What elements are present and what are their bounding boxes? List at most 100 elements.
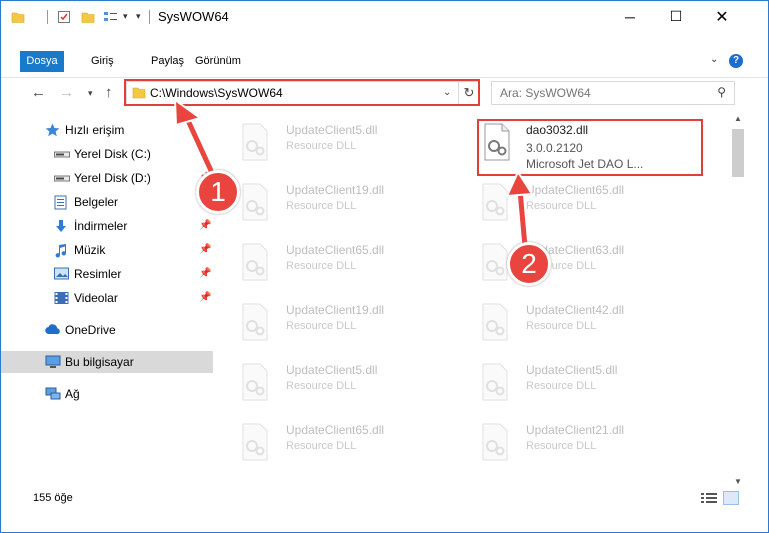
list-item[interactable]: UpdateClient65.dll Resource DLL: [215, 418, 445, 468]
dll-file-icon: [242, 303, 268, 341]
file-name: UpdateClient5.dll: [286, 123, 378, 137]
file-description: Resource DLL: [526, 320, 597, 332]
tab-paylas[interactable]: Paylaş: [145, 51, 190, 72]
properties-check-icon[interactable]: [57, 1, 71, 32]
pin-icon[interactable]: 📌: [199, 220, 211, 231]
sidebar-item-label: Resimler: [74, 267, 122, 281]
sidebar-item-label: OneDrive: [65, 323, 116, 337]
maximize-button[interactable]: ☐: [653, 1, 699, 32]
pin-icon[interactable]: 📌: [199, 244, 211, 255]
sidebar-item-music[interactable]: Müzik 📌: [1, 239, 213, 261]
sidebar-item-drive-d[interactable]: Yerel Disk (D:) 📌: [1, 167, 213, 189]
list-item[interactable]: UpdateClient21.dll Resource DLL: [455, 418, 685, 468]
address-highlight-box: [124, 79, 480, 106]
sidebar-item-label: İndirmeler: [74, 219, 128, 233]
sidebar-item-drive-c[interactable]: Yerel Disk (C:): [1, 143, 213, 165]
sidebar-item-label: Ağ: [65, 387, 80, 401]
dll-file-icon: [242, 123, 268, 161]
scrollbar-thumb[interactable]: [732, 129, 744, 177]
dll-file-icon: [482, 303, 508, 341]
file-description: Resource DLL: [286, 260, 357, 272]
download-icon: [54, 219, 70, 233]
tiles-view-icon[interactable]: [723, 491, 739, 505]
documents-icon: [54, 195, 70, 210]
sidebar-item-network[interactable]: Ağ: [1, 383, 213, 405]
dll-file-icon: [242, 363, 268, 401]
customize-toolbar-icon[interactable]: ▾: [136, 1, 141, 32]
new-folder-icon[interactable]: [81, 1, 95, 32]
up-arrow-icon[interactable]: ↑: [105, 84, 113, 101]
dll-file-icon: [242, 243, 268, 281]
dll-file-icon: [242, 183, 268, 221]
tab-giris[interactable]: Giriş: [85, 51, 120, 72]
dll-file-icon: [482, 363, 508, 401]
search-icon[interactable]: ⚲: [717, 85, 726, 99]
window-title: SysWOW64: [158, 9, 229, 24]
file-name: UpdateClient19.dll: [286, 303, 385, 317]
sidebar-item-label: Belgeler: [74, 195, 119, 209]
dll-file-icon: [482, 183, 508, 221]
search-input[interactable]: [500, 85, 700, 101]
scroll-down-icon[interactable]: ▼: [734, 477, 742, 486]
sidebar-item-label: Yerel Disk (C:): [74, 147, 151, 161]
sidebar-item-quick-access[interactable]: Hızlı erişim: [1, 119, 213, 141]
view-options-icon[interactable]: [103, 1, 119, 32]
divider: [47, 10, 48, 24]
folder-icon[interactable]: [11, 1, 25, 32]
music-icon: [54, 243, 70, 258]
list-item[interactable]: UpdateClient19.dll Resource DLL: [215, 178, 445, 228]
recent-locations-icon[interactable]: ▾: [88, 88, 93, 99]
divider: [149, 10, 150, 24]
list-item[interactable]: UpdateClient42.dll Resource DLL: [455, 298, 685, 348]
chevron-down-icon[interactable]: ▾: [123, 1, 128, 32]
sidebar-item-this-pc[interactable]: Bu bilgisayar: [1, 351, 213, 373]
expand-ribbon-icon[interactable]: ⌄: [710, 54, 718, 65]
pictures-icon: [54, 267, 70, 281]
details-view-icon[interactable]: [701, 492, 717, 504]
pin-icon[interactable]: 📌: [199, 292, 211, 303]
onedrive-icon: [45, 323, 61, 337]
list-item[interactable]: UpdateClient65.dll Resource DLL: [215, 238, 445, 288]
help-icon[interactable]: ?: [729, 54, 743, 68]
list-item[interactable]: UpdateClient63.dll Resource DLL: [455, 238, 685, 288]
computer-icon: [45, 355, 61, 369]
navigation-pane: Hızlı erişim Yerel Disk (C:) Yerel Disk …: [1, 112, 214, 487]
file-name: UpdateClient5.dll: [526, 363, 618, 377]
dll-file-icon: [242, 423, 268, 461]
close-button[interactable]: ✕: [699, 1, 745, 32]
file-description: Resource DLL: [286, 320, 357, 332]
item-count: 155 öğe: [33, 492, 73, 504]
sidebar-item-label: Müzik: [74, 243, 106, 257]
minimize-button[interactable]: ─: [607, 1, 653, 32]
sidebar-item-label: Hızlı erişim: [65, 123, 125, 137]
back-arrow-icon[interactable]: ←: [31, 84, 46, 101]
network-icon: [45, 387, 61, 401]
scroll-up-icon[interactable]: ▲: [734, 114, 742, 123]
title-bar: ▾ ▾ SysWOW64 ─ ☐ ✕: [1, 1, 768, 32]
file-description: Resource DLL: [286, 440, 357, 452]
file-description: Resource DLL: [526, 440, 597, 452]
tab-dosya[interactable]: Dosya: [20, 51, 64, 72]
sidebar-item-downloads[interactable]: İndirmeler 📌: [1, 215, 213, 237]
star-icon: [45, 123, 61, 137]
list-item[interactable]: UpdateClient5.dll Resource DLL: [215, 118, 445, 168]
sidebar-item-onedrive[interactable]: OneDrive: [1, 319, 213, 341]
list-item[interactable]: UpdateClient19.dll Resource DLL: [215, 298, 445, 348]
sidebar-item-videos[interactable]: Videolar 📌: [1, 287, 213, 309]
search-box[interactable]: ⚲: [491, 81, 735, 105]
file-name: UpdateClient65.dll: [286, 423, 385, 437]
forward-arrow-icon[interactable]: →: [59, 84, 74, 101]
tab-gorunum[interactable]: Görünüm: [189, 51, 247, 72]
sidebar-item-label: Yerel Disk (D:): [74, 171, 151, 185]
sidebar-item-pictures[interactable]: Resimler 📌: [1, 263, 213, 285]
sidebar-item-documents[interactable]: Belgeler 📌: [1, 191, 213, 213]
drive-icon: [54, 147, 70, 161]
pin-icon[interactable]: 📌: [199, 268, 211, 279]
explorer-window: ▾ ▾ SysWOW64 ─ ☐ ✕ Dosya Giriş Paylaş Gö…: [0, 0, 769, 533]
list-item[interactable]: UpdateClient5.dll Resource DLL: [455, 358, 685, 408]
list-item[interactable]: UpdateClient65.dll Resource DLL: [455, 178, 685, 228]
navigation-bar: ← → ▾ ↑ C:\Windows\SysWOW64 ⌄ ↻ ⚲: [1, 78, 768, 112]
list-item[interactable]: UpdateClient5.dll Resource DLL: [215, 358, 445, 408]
videos-icon: [54, 291, 70, 305]
file-description: Resource DLL: [286, 140, 357, 152]
